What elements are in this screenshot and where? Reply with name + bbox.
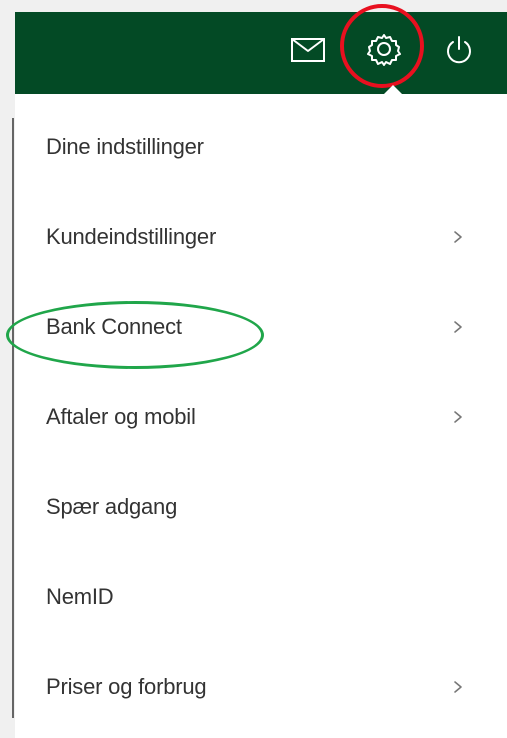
- chevron-right-icon: [454, 411, 462, 423]
- menu-item-aftaler-og-mobil[interactable]: Aftaler og mobil: [15, 372, 507, 462]
- top-navigation-bar: [15, 12, 507, 94]
- menu-item-kundeindstillinger[interactable]: Kundeindstillinger: [15, 192, 507, 282]
- mail-icon[interactable]: [290, 36, 326, 64]
- menu-item-label: NemID: [46, 584, 114, 609]
- chevron-right-icon: [454, 321, 462, 333]
- menu-item-spaer-adgang[interactable]: Spær adgang: [15, 462, 507, 552]
- menu-item-label: Kundeindstillinger: [46, 224, 217, 249]
- menu-item-dine-indstillinger[interactable]: Dine indstillinger: [15, 102, 507, 192]
- settings-dropdown-menu: Dine indstillinger Kundeindstillinger Ba…: [15, 94, 507, 738]
- background-divider: [12, 118, 14, 718]
- menu-item-nemid[interactable]: NemID: [15, 552, 507, 642]
- menu-item-label: Spær adgang: [46, 494, 178, 519]
- chevron-right-icon: [454, 681, 462, 693]
- menu-item-label: Aftaler og mobil: [46, 404, 196, 429]
- gear-highlight-circle: [340, 4, 424, 88]
- menu-item-label: Priser og forbrug: [46, 674, 207, 699]
- chevron-right-icon: [454, 231, 462, 243]
- menu-item-label: Dine indstillinger: [46, 134, 204, 159]
- menu-item-priser-og-forbrug[interactable]: Priser og forbrug: [15, 642, 507, 732]
- power-icon[interactable]: [442, 33, 476, 67]
- bank-connect-highlight-ellipse: [6, 301, 264, 369]
